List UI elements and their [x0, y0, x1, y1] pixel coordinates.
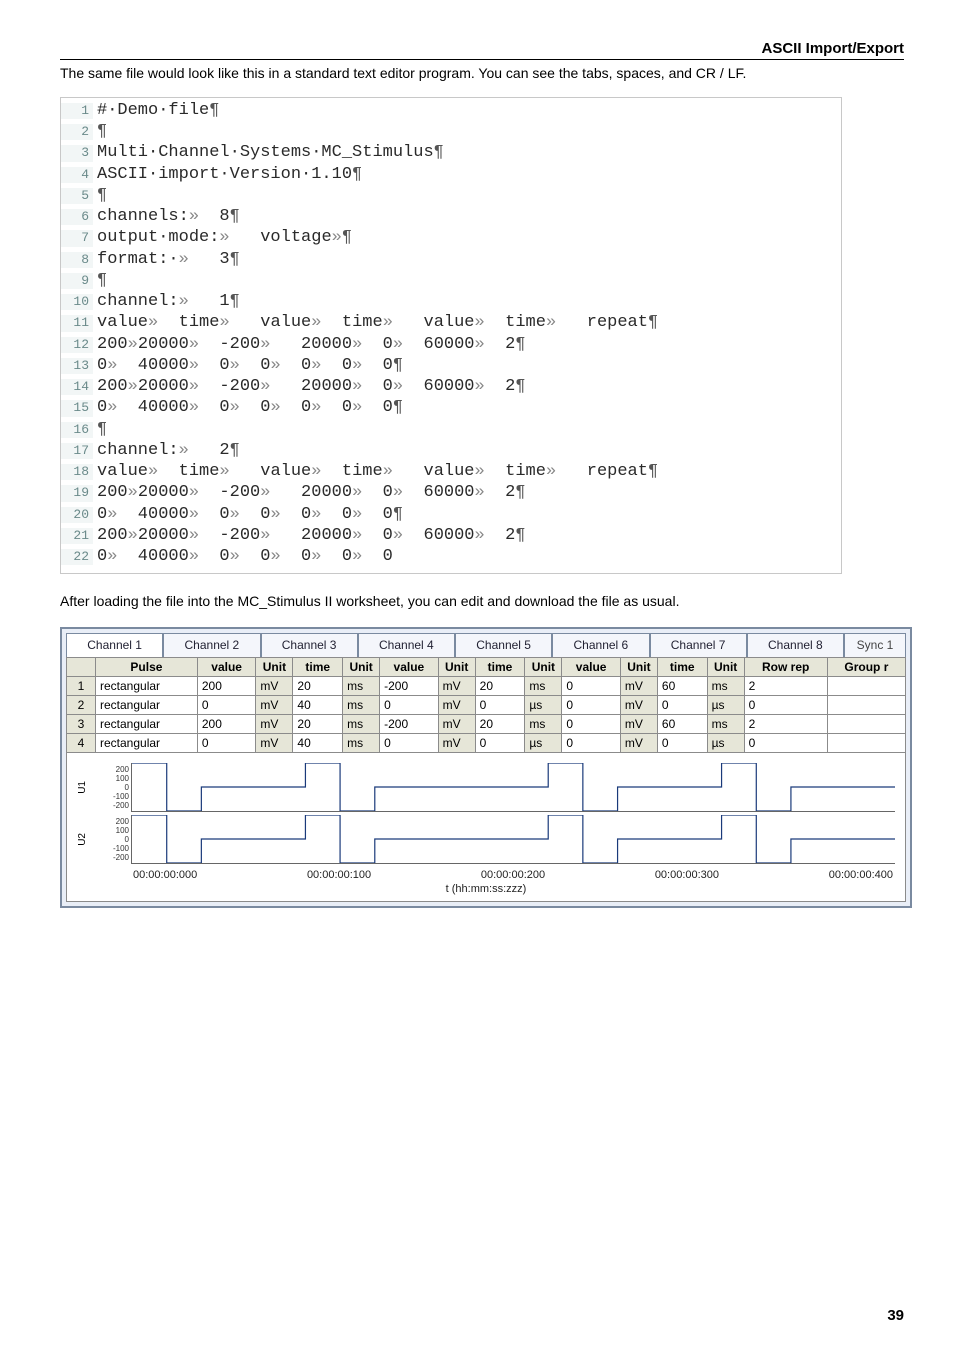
waveform-plot: U12001000-100-200U22001000-100-200 00:00… — [66, 753, 906, 902]
tab-channel-1[interactable]: Channel 1 — [66, 633, 163, 657]
table-row[interactable]: 2rectangular0mV40ms0mV0µs0mV0µs0 — [67, 696, 906, 715]
col-header: Unit — [438, 658, 475, 677]
tab-channel-7[interactable]: Channel 7 — [650, 633, 747, 657]
tab-channel-2[interactable]: Channel 2 — [163, 633, 260, 657]
x-axis-ticks: 00:00:00:000 00:00:00:100 00:00:00:200 00:0… — [131, 865, 895, 881]
col-header: Row rep — [744, 658, 827, 677]
x-tick: 00:00:00:200 — [481, 869, 545, 881]
col-header: value — [562, 658, 621, 677]
table-row[interactable]: 4rectangular0mV40ms0mV0µs0mV0µs0 — [67, 734, 906, 753]
col-header: Unit — [343, 658, 380, 677]
tab-channel-8[interactable]: Channel 8 — [747, 633, 844, 657]
col-header — [67, 658, 96, 677]
intro-text: The same file would look like this in a … — [60, 64, 904, 83]
channel-tabs: Channel 1Channel 2Channel 3Channel 4Chan… — [66, 633, 906, 657]
table-row[interactable]: 1rectangular200mV20ms-200mV20ms0mV60ms2 — [67, 677, 906, 696]
waveform-u1: U12001000-100-200 — [77, 761, 895, 813]
tab-sync[interactable]: Sync 1 — [844, 633, 906, 657]
x-tick: 00:00:00:000 — [133, 869, 197, 881]
x-tick: 00:00:00:400 — [829, 869, 893, 881]
col-header: value — [380, 658, 439, 677]
col-header: time — [657, 658, 707, 677]
x-tick: 00:00:00:100 — [307, 869, 371, 881]
waveform-u2: U22001000-100-200 — [77, 813, 895, 865]
x-tick: 00:00:00:300 — [655, 869, 719, 881]
page-header: ASCII Import/Export — [60, 40, 904, 60]
col-header: Unit — [707, 658, 744, 677]
tab-channel-3[interactable]: Channel 3 — [261, 633, 358, 657]
col-header: Unit — [256, 658, 293, 677]
col-header: time — [293, 658, 343, 677]
after-editor-text: After loading the file into the MC_Stimu… — [60, 592, 904, 611]
x-axis-caption: t (hh:mm:ss:zzz) — [77, 883, 895, 895]
col-header: time — [475, 658, 525, 677]
col-header: Pulse — [96, 658, 198, 677]
tab-channel-6[interactable]: Channel 6 — [552, 633, 649, 657]
col-header: Group r — [827, 658, 905, 677]
text-editor-screenshot: 1#·Demo·file¶2¶3Multi·Channel·Systems·MC… — [60, 97, 842, 575]
pulse-table: PulsevalueUnittimeUnitvalueUnittimeUnitv… — [66, 657, 906, 753]
tab-channel-5[interactable]: Channel 5 — [455, 633, 552, 657]
col-header: Unit — [525, 658, 562, 677]
page-number: 39 — [887, 1307, 904, 1324]
table-row[interactable]: 3rectangular200mV20ms-200mV20ms0mV60ms2 — [67, 715, 906, 734]
tab-channel-4[interactable]: Channel 4 — [358, 633, 455, 657]
col-header: Unit — [620, 658, 657, 677]
worksheet-screenshot: Channel 1Channel 2Channel 3Channel 4Chan… — [60, 627, 912, 908]
col-header: value — [197, 658, 256, 677]
